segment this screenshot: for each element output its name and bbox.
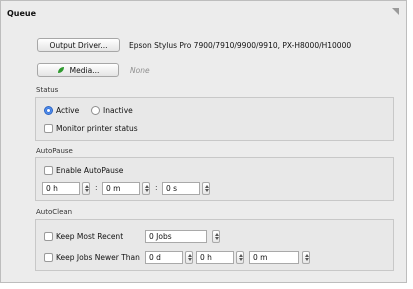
keep-jobs-count-field[interactable]: 0 Jobs [145,230,207,243]
inactive-label: Inactive [103,106,133,115]
output-driver-button-label: Output Driver... [49,40,108,50]
keep-newer-than-label: Keep Jobs Newer Than [56,253,140,262]
autopause-seconds-field[interactable]: 0 s [162,182,200,195]
autopause-minutes-stepper[interactable] [142,182,150,195]
enable-autopause-label: Enable AutoPause [56,166,124,175]
keep-newer-days-field[interactable]: 0 d [145,251,183,264]
keep-newer-minutes-stepper[interactable] [302,251,310,264]
keep-newer-minutes-field[interactable]: 0 m [249,251,299,264]
media-leaf-icon [57,67,64,73]
keep-newer-days-stepper[interactable] [185,251,193,264]
monitor-printer-checkbox[interactable] [44,124,53,133]
media-button-label: Media... [69,65,100,75]
active-label: Active [56,106,80,115]
active-radio[interactable] [44,106,53,115]
autopause-hours-stepper[interactable] [82,182,90,195]
keep-newer-hours-stepper[interactable] [236,251,244,264]
status-section-label: Status [36,86,59,94]
driver-name: Epson Stylus Pro 7900/7910/9900/9910, PX… [129,41,352,50]
keep-jobs-count-stepper[interactable] [212,230,220,243]
panel-title: Queue [7,9,37,18]
autopause-group: Enable AutoPause 0 h : 0 m : 0 s [35,157,394,201]
autopause-hours-field[interactable]: 0 h [42,182,80,195]
keep-most-recent-checkbox[interactable] [44,232,53,241]
autopause-minutes-field[interactable]: 0 m [102,182,140,195]
keep-newer-hours-field[interactable]: 0 h [196,251,234,264]
media-value: None [130,66,150,75]
autopause-section-label: AutoPause [36,147,73,155]
autopause-seconds-stepper[interactable] [202,182,210,195]
keep-most-recent-label: Keep Most Recent [56,232,124,241]
queue-panel: Queue Output Driver... Epson Stylus Pro … [0,0,407,283]
media-button[interactable]: Media... [37,63,119,77]
time-separator: : [95,183,98,192]
autoclean-section-label: AutoClean [36,208,73,216]
output-driver-button[interactable]: Output Driver... [37,38,120,52]
keep-newer-than-checkbox[interactable] [44,253,53,262]
status-group: Active Inactive Monitor printer status [35,97,394,141]
monitor-printer-label: Monitor printer status [56,124,138,133]
autoclean-group: Keep Most Recent 0 Jobs Keep Jobs Newer … [35,219,394,271]
time-separator: : [155,183,158,192]
collapse-corner-icon[interactable] [391,7,400,16]
enable-autopause-checkbox[interactable] [44,166,53,175]
inactive-radio[interactable] [91,106,100,115]
